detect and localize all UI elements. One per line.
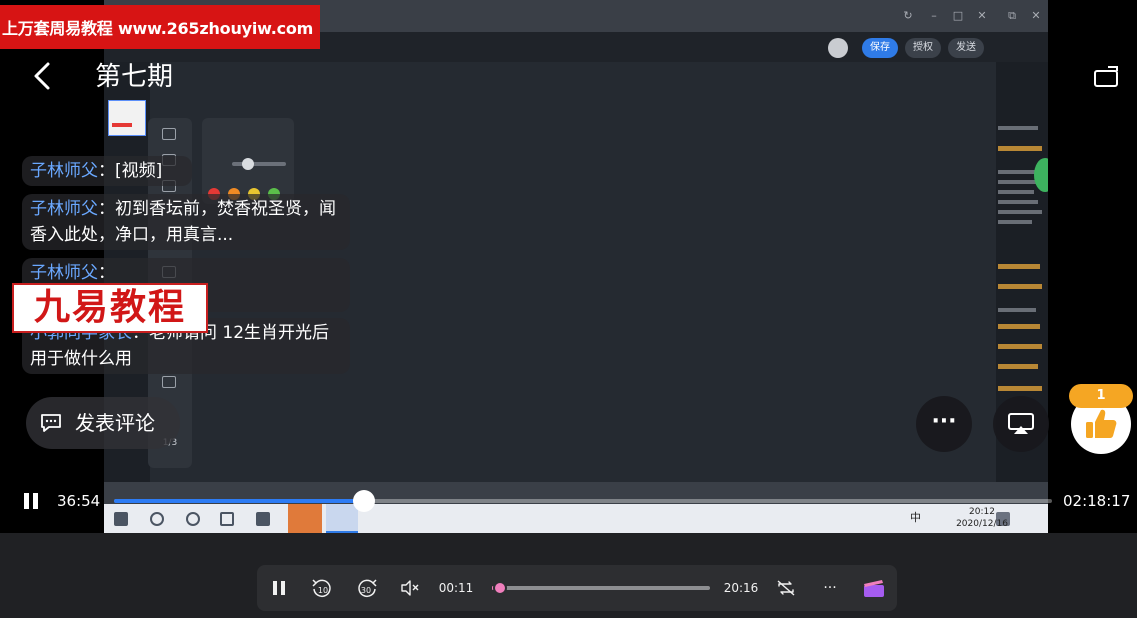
taskbar-app-icon bbox=[256, 512, 270, 526]
recorded-close-icon: ✕ bbox=[977, 9, 987, 22]
chat-line bbox=[998, 284, 1042, 289]
video-frame[interactable]: ↻ – □ ✕ ⧉ ✕ 保存 授权 发送 1/3 bbox=[0, 0, 1137, 533]
seek-bar-progress bbox=[114, 499, 364, 503]
skip-back-button[interactable]: 10 bbox=[310, 577, 334, 599]
seek-bar[interactable] bbox=[114, 499, 1052, 503]
skip-back-seconds: 10 bbox=[318, 586, 328, 595]
recorded-taskbar bbox=[104, 504, 1048, 533]
skip-back-icon: 10 bbox=[312, 579, 331, 598]
skip-forward-seconds: 30 bbox=[361, 586, 371, 595]
chat-line bbox=[998, 386, 1042, 391]
chat-line bbox=[998, 126, 1038, 130]
more-horizontal-icon: ··· bbox=[823, 580, 837, 596]
page-title: 第七期 bbox=[95, 62, 174, 92]
recorded-edit-tool-icon bbox=[162, 376, 176, 388]
taskbar-date: 2020/12/16 bbox=[956, 519, 1008, 529]
chat-line bbox=[998, 146, 1042, 151]
rotate-screen-icon bbox=[1094, 66, 1118, 87]
chat-line bbox=[998, 264, 1040, 269]
chat-line bbox=[998, 364, 1038, 369]
comment-author: 子林师父 bbox=[30, 199, 98, 219]
host-pause-button[interactable] bbox=[267, 577, 291, 599]
recorded-close2-icon: ✕ bbox=[1031, 9, 1041, 22]
comment-separator: ： bbox=[98, 199, 115, 219]
recorded-stroke-slider-knob bbox=[242, 158, 254, 170]
chat-line bbox=[998, 308, 1036, 312]
recorded-select-tool-icon bbox=[162, 128, 176, 140]
chat-line bbox=[998, 344, 1042, 349]
more-dots-icon: ··· bbox=[931, 409, 957, 434]
taskbar-active-app bbox=[288, 504, 322, 533]
chat-line bbox=[998, 210, 1042, 214]
recorded-send-button: 发送 bbox=[948, 38, 984, 58]
promo-banner-text: 上万套周易教程 www.265zhouyiw.com bbox=[2, 19, 314, 38]
pause-button[interactable] bbox=[20, 490, 42, 512]
recorded-minimize-icon: – bbox=[931, 9, 937, 22]
pause-bar bbox=[24, 493, 29, 509]
chat-line bbox=[998, 170, 1036, 174]
watermark: 九易教程 bbox=[12, 283, 208, 333]
taskbar-cortana-icon bbox=[186, 512, 200, 526]
watermark-text: 九易教程 bbox=[33, 287, 186, 328]
mute-button[interactable] bbox=[398, 577, 422, 599]
host-seek-handle[interactable] bbox=[493, 581, 507, 595]
cast-button[interactable] bbox=[993, 396, 1049, 452]
more-options-button[interactable]: ··· bbox=[916, 396, 972, 452]
pause-bar bbox=[281, 581, 285, 595]
comment-author: 子林师父 bbox=[30, 263, 98, 283]
rotate-screen-button[interactable] bbox=[1090, 62, 1124, 92]
taskbar-open-app bbox=[326, 504, 358, 533]
host-seek-bar[interactable] bbox=[492, 586, 710, 590]
host-current-time: 00:11 bbox=[438, 581, 474, 595]
comment-separator: ： bbox=[98, 263, 115, 283]
recorded-auth-button: 授权 bbox=[905, 38, 941, 58]
chevron-left-icon bbox=[34, 62, 50, 90]
recorded-avatar bbox=[828, 38, 848, 58]
skip-forward-icon: 30 bbox=[358, 579, 377, 598]
recorded-maximize-icon: □ bbox=[952, 9, 964, 22]
taskbar-ime: 中 bbox=[910, 511, 921, 524]
chat-line bbox=[998, 190, 1034, 194]
taskbar-time: 20:12 bbox=[969, 507, 995, 517]
comment-item: 子林师父：初到香坛前，焚香祝圣贤，闻香入此处，净口，用真言... bbox=[22, 194, 350, 250]
recorded-page-thumbnail bbox=[108, 100, 146, 136]
recorded-stroke-slider bbox=[232, 162, 286, 166]
chat-line bbox=[998, 324, 1040, 329]
comment-author: 子林师父 bbox=[30, 161, 98, 181]
recorded-save-button: 保存 bbox=[862, 38, 898, 58]
recorded-refresh-icon: ↻ bbox=[903, 9, 913, 22]
post-comment-label: 发表评论 bbox=[75, 411, 155, 435]
comment-item: 子林师父：[视频] bbox=[22, 156, 192, 186]
current-time: 36:54 bbox=[57, 492, 101, 510]
back-button[interactable] bbox=[26, 56, 60, 96]
total-duration: 02:18:17 bbox=[1063, 492, 1131, 510]
pause-bar bbox=[33, 493, 38, 509]
chat-line bbox=[998, 220, 1032, 224]
repeat-off-icon bbox=[777, 580, 795, 596]
clip-button[interactable] bbox=[862, 577, 886, 599]
volume-muted-icon bbox=[401, 580, 419, 596]
airplay-icon bbox=[1008, 413, 1034, 434]
app-stage: ↻ – □ ✕ ⧉ ✕ 保存 授权 发送 1/3 bbox=[0, 0, 1137, 618]
taskbar-taskview-icon bbox=[220, 512, 234, 526]
like-count-badge: 1 bbox=[1069, 384, 1133, 408]
pause-bar bbox=[273, 581, 277, 595]
promo-banner: 上万套周易教程 www.265zhouyiw.com bbox=[0, 5, 320, 49]
skip-forward-button[interactable]: 30 bbox=[355, 577, 379, 599]
taskbar-search-icon bbox=[150, 512, 164, 526]
host-more-button[interactable]: ··· bbox=[818, 577, 842, 599]
clapperboard-icon bbox=[864, 580, 884, 597]
windows-start-icon bbox=[114, 512, 128, 526]
comment-separator: ： bbox=[98, 161, 115, 181]
recorded-restore-icon: ⧉ bbox=[1008, 9, 1016, 22]
seek-bar-handle[interactable] bbox=[353, 490, 375, 512]
repeat-button[interactable] bbox=[774, 577, 798, 599]
host-total-duration: 20:16 bbox=[723, 581, 759, 595]
comment-text: [视频] bbox=[115, 161, 163, 181]
comment-icon bbox=[41, 414, 61, 432]
chat-line bbox=[998, 200, 1038, 204]
